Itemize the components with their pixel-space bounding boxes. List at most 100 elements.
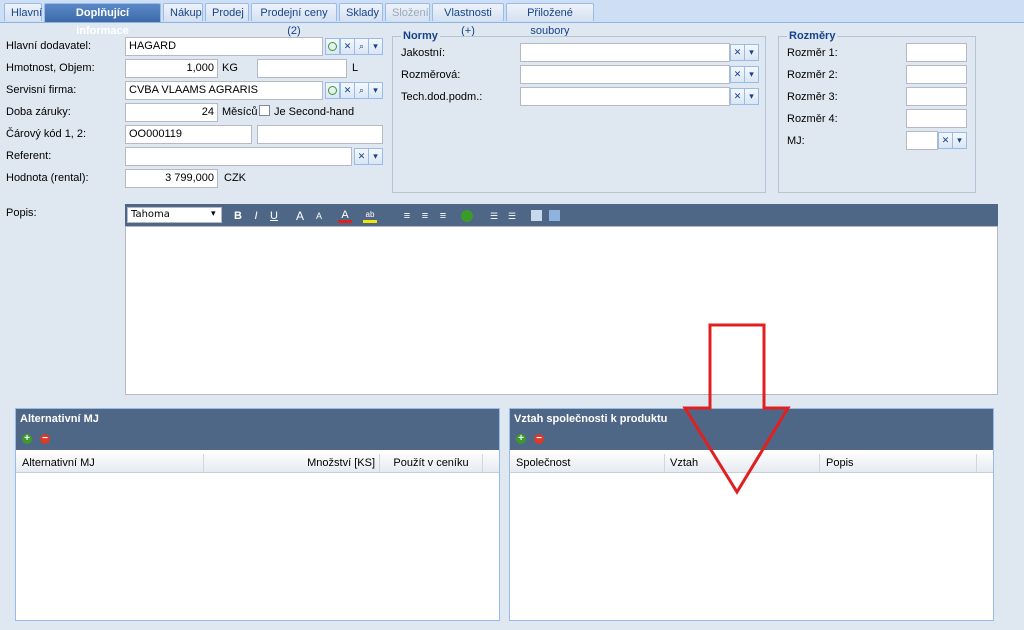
chevron-down-icon[interactable]: ▾ [744, 66, 759, 83]
chevron-down-icon[interactable]: ▾ [952, 132, 967, 149]
dimension1-field[interactable] [906, 43, 967, 62]
description-editor[interactable] [125, 226, 998, 395]
weight-unit: KG [222, 62, 238, 74]
ordered-list-icon[interactable]: ☰ [487, 209, 501, 223]
dimension-norm-label: Rozměrová: [401, 69, 461, 81]
second-hand-checkbox[interactable] [259, 105, 270, 116]
clear-icon[interactable]: ✕ [354, 148, 369, 165]
open-icon[interactable] [325, 38, 340, 55]
column-quantity[interactable]: Množství [KS] [204, 454, 380, 472]
bold-icon[interactable]: B [231, 209, 245, 223]
tab-properties[interactable]: Vlastnosti (+) [432, 3, 504, 37]
align-center-icon[interactable]: ≡ [418, 209, 432, 223]
rental-unit: CZK [224, 172, 246, 184]
norms-legend: Normy [401, 30, 440, 42]
chevron-down-icon[interactable]: ▾ [744, 88, 759, 105]
service-firm-field[interactable]: CVBA VLAAMS AGRARIS [125, 81, 323, 100]
dimension2-field[interactable] [906, 65, 967, 84]
tab-warehouses[interactable]: Sklady [339, 3, 383, 21]
dimension3-field[interactable] [906, 87, 967, 106]
editor-toolbar: Tahoma ▾ B I U A A A ab ≡ ≡ ≡ ☰ ☰ [125, 204, 998, 226]
clear-icon[interactable]: ✕ [730, 88, 745, 105]
clear-icon[interactable]: ✕ [340, 82, 355, 99]
tab-main[interactable]: Hlavní [4, 3, 42, 21]
supplier-field[interactable]: HAGARD [125, 37, 323, 56]
alt-mj-grid-header: Alternativní MJ Množství [KS] Použít v c… [16, 454, 499, 473]
warranty-unit: Měsíců [222, 106, 258, 118]
alt-mj-toolbar: + − [16, 429, 499, 450]
add-icon[interactable]: + [22, 434, 32, 444]
dimension-norm-field[interactable] [520, 65, 730, 84]
column-company[interactable]: Společnost [510, 454, 665, 472]
mj-field[interactable] [906, 131, 938, 150]
chevron-down-icon: ▾ [211, 208, 216, 218]
dimension3-label: Rozměr 3: [787, 91, 838, 103]
tech-delivery-label: Tech.dod.podm.: [401, 91, 483, 103]
chevron-down-icon[interactable]: ▾ [368, 148, 383, 165]
dimension1-label: Rozměr 1: [787, 47, 838, 59]
volume-field[interactable] [257, 59, 347, 78]
rental-label: Hodnota (rental): [6, 172, 89, 184]
chevron-down-icon[interactable]: ▾ [744, 44, 759, 61]
clear-icon[interactable]: ✕ [730, 44, 745, 61]
align-right-icon[interactable]: ≡ [436, 209, 450, 223]
image-icon[interactable] [549, 210, 560, 221]
volume-unit: L [352, 62, 359, 74]
warranty-label: Doba záruky: [6, 106, 71, 118]
second-hand-label: Je Second-hand [274, 106, 355, 118]
barcode-label: Čárový kód 1, 2: [6, 128, 87, 140]
tab-sale-prices[interactable]: Prodejní ceny (2) [251, 3, 337, 37]
alt-mj-panel-title: Alternativní MJ [16, 409, 499, 429]
dimension4-field[interactable] [906, 109, 967, 128]
mj-label: MJ: [787, 135, 805, 147]
tab-composition: Složení [385, 3, 430, 21]
norms-fieldset: Normy Jakostní: ✕ ▾ Rozměrová: ✕ ▾ Tech.… [392, 30, 766, 193]
chevron-down-icon[interactable]: ▾ [368, 82, 383, 99]
search-icon[interactable]: ⌕ [354, 38, 369, 55]
underline-icon[interactable]: U [267, 209, 281, 223]
service-firm-label: Servisní firma: [6, 84, 77, 96]
weight-label: Hmotnost, Objem: [6, 62, 95, 74]
tab-bar: Hlavní Doplňující informace Nákup Prodej… [0, 0, 1024, 37]
alt-mj-panel: Alternativní MJ + − Alternativní MJ Množ… [15, 408, 500, 621]
tab-sales[interactable]: Prodej [205, 3, 249, 21]
grow-text-icon[interactable]: A [293, 209, 307, 223]
tab-additional-info[interactable]: Doplňující informace [44, 3, 161, 37]
tech-delivery-field[interactable] [520, 87, 730, 106]
weight-field[interactable]: 1,000 [125, 59, 218, 78]
search-icon[interactable]: ⌕ [354, 82, 369, 99]
bullet-list-icon[interactable]: ☰ [505, 209, 519, 223]
edit-source-icon[interactable] [531, 210, 542, 221]
column-use-in-pricelist[interactable]: Použít v ceníku [380, 454, 483, 472]
font-select[interactable]: Tahoma [127, 207, 222, 223]
italic-icon[interactable]: I [249, 209, 263, 223]
align-left-icon[interactable]: ≡ [400, 209, 414, 223]
dimension2-label: Rozměr 2: [787, 69, 838, 81]
description-label: Popis: [6, 207, 37, 219]
shrink-text-icon[interactable]: A [312, 209, 326, 223]
quality-norm-label: Jakostní: [401, 47, 446, 59]
add-icon[interactable]: + [516, 434, 526, 444]
tab-attached-files[interactable]: Přiložené soubory [506, 3, 594, 37]
supplier-label: Hlavní dodavatel: [6, 40, 91, 52]
remove-icon[interactable]: − [534, 434, 544, 444]
referent-field[interactable] [125, 147, 352, 166]
barcode2-field[interactable] [257, 125, 383, 144]
clear-icon[interactable]: ✕ [730, 66, 745, 83]
open-icon[interactable] [325, 82, 340, 99]
column-description[interactable]: Popis [820, 454, 977, 472]
barcode1-field[interactable]: OO000119 [125, 125, 252, 144]
highlight-icon[interactable]: ab [363, 209, 377, 223]
warranty-field[interactable]: 24 [125, 103, 218, 122]
remove-icon[interactable]: − [40, 434, 50, 444]
clear-icon[interactable]: ✕ [938, 132, 953, 149]
chevron-down-icon[interactable]: ▾ [368, 38, 383, 55]
clear-icon[interactable]: ✕ [340, 38, 355, 55]
tab-purchase[interactable]: Nákup [163, 3, 203, 21]
font-color-icon[interactable]: A [338, 209, 352, 223]
dimension4-label: Rozměr 4: [787, 113, 838, 125]
rental-field[interactable]: 3 799,000 [125, 169, 218, 188]
column-alternative-mj[interactable]: Alternativní MJ [16, 454, 204, 472]
link-icon[interactable] [461, 210, 473, 222]
quality-norm-field[interactable] [520, 43, 730, 62]
